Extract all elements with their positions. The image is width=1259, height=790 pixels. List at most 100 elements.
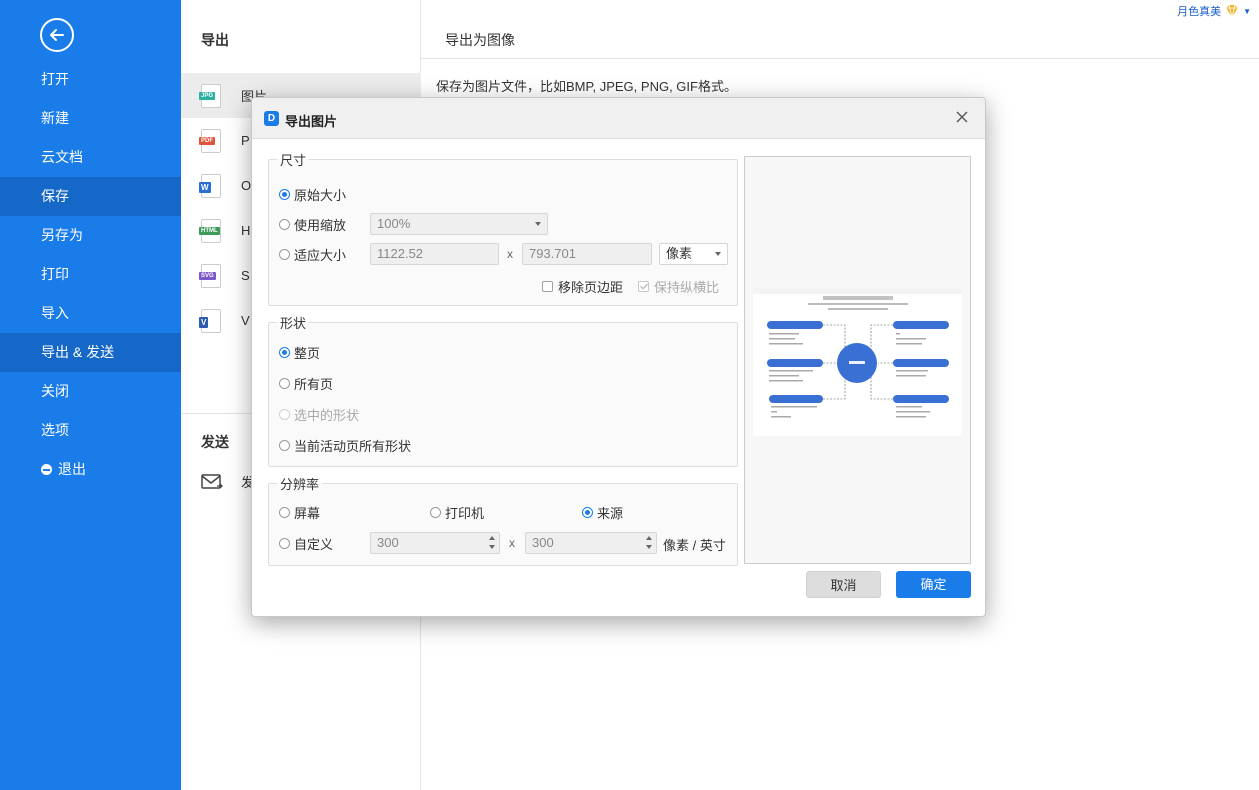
dpi-y-value: 300 [532, 535, 554, 550]
radio-indicator [279, 440, 290, 451]
ok-button[interactable]: 确定 [896, 571, 971, 598]
cancel-button[interactable]: 取消 [806, 571, 881, 598]
radio-indicator [279, 347, 290, 358]
jpg-file-icon: JPG [199, 83, 221, 108]
height-input[interactable]: 793.701 [522, 243, 652, 265]
export-title: 导出 [201, 32, 229, 48]
chevron-down-icon [535, 222, 541, 226]
screen-label: 屏幕 [294, 506, 321, 521]
sidebar-item-cloud[interactable]: 云文档 [0, 138, 181, 177]
radio-indicator [279, 507, 290, 518]
size-legend: 尺寸 [280, 153, 307, 168]
selected-shapes-label: 选中的形状 [294, 408, 360, 423]
resolution-legend: 分辨率 [280, 477, 320, 492]
radio-source[interactable]: 来源 [582, 503, 623, 522]
shape-legend: 形状 [280, 316, 307, 331]
radio-whole-page[interactable]: 整页 [279, 343, 320, 362]
current-page-shapes-label: 当前活动页所有形状 [294, 439, 412, 454]
fit-size-label: 适应大小 [294, 248, 347, 263]
sidebar: 打开 新建 云文档 保存 另存为 打印 导入 导出 & 发送 关闭 选项 退出 [0, 0, 181, 790]
vip-diamond-icon [1226, 4, 1239, 18]
format-label: S [241, 268, 250, 283]
sidebar-item-exit-label: 退出 [58, 461, 86, 477]
jpg-badge: JPG [199, 91, 216, 100]
radio-indicator [582, 507, 593, 518]
pdf-badge: PDF [199, 136, 215, 145]
mind-map-thumbnail [753, 288, 962, 436]
dpi-x-stepper[interactable]: 300 [370, 532, 500, 554]
content-header: 导出为图像 [421, 0, 1259, 59]
user-menu[interactable]: 月色真美 ▼ [1177, 3, 1251, 19]
whole-page-label: 整页 [294, 346, 321, 361]
export-preview [744, 156, 971, 564]
sidebar-item-save-as[interactable]: 另存为 [0, 216, 181, 255]
visio-file-icon: V [199, 308, 221, 333]
spinner-arrows-icon[interactable] [646, 535, 653, 551]
scale-label: 使用缩放 [294, 218, 347, 233]
radio-fit-size[interactable]: 适应大小 [279, 245, 346, 264]
dpi-unit-label: 像素 / 英寸 [663, 535, 726, 554]
send-title: 发送 [201, 434, 229, 450]
radio-screen[interactable]: 屏幕 [279, 503, 320, 522]
chevron-down-icon [715, 252, 721, 256]
export-image-dialog: D 导出图片 尺寸 原始大小 使用缩放 100% 适应大小 1122.52 x … [251, 97, 986, 617]
radio-printer[interactable]: 打印机 [430, 503, 484, 522]
send-email-item[interactable]: 发 [201, 472, 254, 491]
sidebar-item-save[interactable]: 保存 [0, 177, 181, 216]
scale-value: 100% [377, 216, 411, 231]
original-size-label: 原始大小 [294, 188, 347, 203]
radio-indicator [279, 378, 290, 389]
content-title: 导出为图像 [445, 32, 515, 48]
back-button[interactable] [40, 18, 74, 52]
times-separator: x [509, 536, 515, 550]
radio-indicator [430, 507, 441, 518]
radio-all-pages[interactable]: 所有页 [279, 374, 333, 393]
keep-ratio-label: 保持纵横比 [654, 280, 720, 295]
svg-file-icon: SVG [199, 263, 221, 288]
checkbox-indicator [542, 281, 553, 292]
mail-icon [201, 473, 223, 489]
format-label: O [241, 178, 252, 193]
format-label: V [241, 313, 250, 328]
html-file-icon: HTML [199, 218, 221, 243]
unit-select[interactable]: 像素 [659, 243, 728, 265]
word-badge: W [199, 181, 211, 193]
radio-original-size[interactable]: 原始大小 [279, 185, 346, 204]
sidebar-item-close[interactable]: 关闭 [0, 372, 181, 411]
sidebar-item-print[interactable]: 打印 [0, 255, 181, 294]
custom-label: 自定义 [294, 537, 334, 552]
times-separator: x [507, 247, 513, 261]
width-input[interactable]: 1122.52 [370, 243, 499, 265]
format-label: H [241, 223, 251, 238]
sidebar-item-exit[interactable]: 退出 [0, 450, 181, 489]
sidebar-nav: 打开 新建 云文档 保存 另存为 打印 导入 导出 & 发送 关闭 选项 退出 [0, 60, 181, 489]
unit-value: 像素 [666, 246, 693, 261]
close-icon[interactable] [955, 110, 969, 124]
radio-scale[interactable]: 使用缩放 [279, 215, 346, 234]
sidebar-item-open[interactable]: 打开 [0, 60, 181, 99]
scale-select[interactable]: 100% [370, 213, 548, 235]
spinner-arrows-icon[interactable] [489, 535, 496, 551]
dialog-title: 导出图片 [285, 114, 338, 129]
app-logo-icon: D [264, 111, 279, 126]
radio-indicator [279, 189, 290, 200]
sidebar-item-import[interactable]: 导入 [0, 294, 181, 333]
remove-margin-checkbox[interactable]: 移除页边距 [542, 277, 623, 296]
exit-icon [41, 464, 52, 475]
svg-badge: SVG [199, 271, 216, 280]
sidebar-item-new[interactable]: 新建 [0, 99, 181, 138]
radio-indicator [279, 538, 290, 549]
chevron-down-icon: ▼ [1243, 6, 1251, 16]
dpi-y-stepper[interactable]: 300 [525, 532, 657, 554]
radio-indicator [279, 219, 290, 230]
radio-custom[interactable]: 自定义 [279, 534, 333, 553]
sidebar-item-export-send[interactable]: 导出 & 发送 [0, 333, 181, 372]
printer-label: 打印机 [445, 506, 485, 521]
sidebar-item-options[interactable]: 选项 [0, 411, 181, 450]
dpi-unit-text: 像素 / 英寸 [663, 538, 726, 553]
source-label: 来源 [597, 506, 624, 521]
user-name: 月色真美 [1177, 6, 1222, 18]
radio-current-page-shapes[interactable]: 当前活动页所有形状 [279, 436, 411, 455]
word-file-icon: W [199, 173, 221, 198]
keep-ratio-checkbox[interactable]: 保持纵横比 [638, 277, 719, 296]
